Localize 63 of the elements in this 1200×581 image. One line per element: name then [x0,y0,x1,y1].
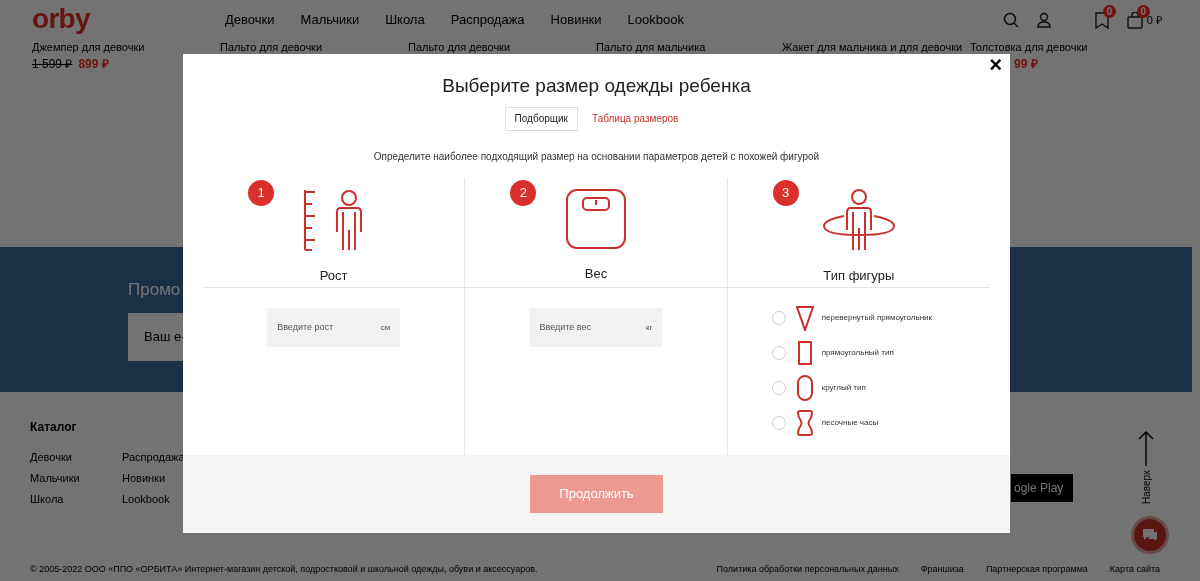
close-button[interactable]: × [989,54,1002,76]
step-number: 1 [248,179,274,206]
triangle-icon [795,304,814,331]
modal-title: Выберите размер одежды ребенка [442,74,751,98]
product-name[interactable]: Толстовка для девочки [970,40,1088,54]
copyright-text: © 2005-2022 ООО «ППО «ОРБИТА» Интернет-магазин детской, подростковой и школьной одежды, обуви и аксессуаров. [30,563,539,576]
to-top-link[interactable]: Наверх [1138,470,1154,504]
step-number: 2 [510,179,537,206]
footer-link[interactable]: Школа [30,492,122,506]
footer-link[interactable]: Партнерская программа [985,563,1088,577]
product-name[interactable]: Пальто для девочки [220,40,323,54]
footer-heading: Каталог [30,419,77,436]
step-label: Рост [319,266,348,285]
product-name[interactable]: Пальто для девочки [408,40,511,54]
product-name[interactable]: Жакет для мальчика и для девочки [782,40,963,54]
nav-link[interactable]: Lookbook [627,10,684,30]
count-badge: 0 [1102,4,1116,18]
radio-button[interactable] [771,415,786,430]
product-name[interactable]: Джемпер для девочки [32,40,145,54]
tab[interactable]: Подборщик [504,106,578,131]
product-name[interactable]: Пальто для мальчика [596,40,706,54]
user-icon [1036,12,1051,28]
radio-button[interactable] [771,345,786,360]
bookmark-icon [1094,11,1109,29]
unit-label: кг [646,322,653,332]
footer-link[interactable]: Франшиза [920,563,964,577]
person-ruler-icon [302,187,365,252]
option-label[interactable]: круглый тип [821,381,866,394]
up-arrow-icon [1138,430,1154,466]
footer-link[interactable]: Политика обработки персональных данных [716,563,899,577]
step-label: Тип фигуры [823,266,895,285]
promo-title: Промо [128,279,181,301]
logo[interactable]: orby [32,3,90,34]
footer-link[interactable]: Мальчики [30,471,122,485]
option-label[interactable]: прямоугольный тип [821,346,894,359]
store-badge[interactable]: ogle Play [1011,474,1073,502]
nav-link[interactable]: Распродажа [450,10,525,30]
rectangle-icon [797,340,812,365]
bag-icon [1126,11,1143,29]
old-price: 1 599 ₽ [32,56,73,72]
option-label[interactable]: песочные часы [821,416,879,429]
tab[interactable]: Таблица размеров [581,106,689,131]
unit-label: см [380,322,391,332]
footer-link[interactable]: Карта сайта [1109,563,1160,577]
person-ring-icon [821,187,896,252]
description-text: Определите наиболее подходящий размер на основании параметров детей с похожей фигурой [373,149,820,164]
radio-button[interactable] [771,310,786,325]
hourglass-icon [796,409,813,436]
chat-button[interactable] [1131,516,1169,554]
step-label: Вес [584,264,608,283]
step-number: 3 [772,179,799,206]
footer-link[interactable]: Девочки [30,450,122,464]
nav-link[interactable]: Школа [385,10,425,30]
radio-button[interactable] [771,380,786,395]
nav-link[interactable]: Мальчики [300,10,360,30]
nav-link[interactable]: Девочки [225,10,275,30]
nav-link[interactable]: Новинки [550,10,602,30]
option-label[interactable]: перевернутый прямоугольник [821,311,933,324]
price: 99 ₽ [1014,56,1038,72]
search-icon [1002,12,1019,28]
price: 899 ₽ [78,56,109,72]
chat-icon [1142,528,1158,542]
scale-icon [565,187,627,250]
